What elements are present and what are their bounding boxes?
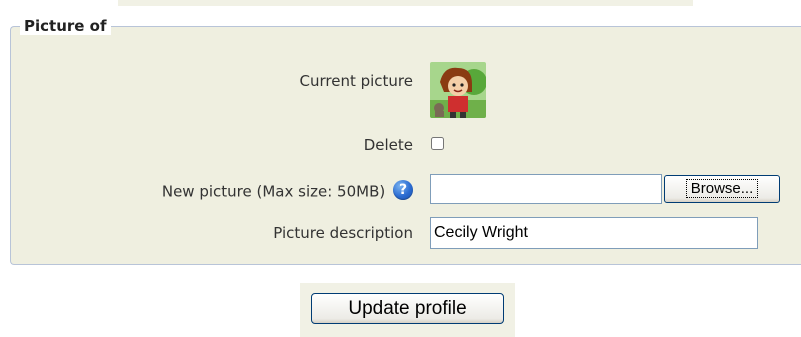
update-button-container: Update profile	[300, 283, 515, 337]
new-picture-label: New picture (Max size: 50MB) ?	[161, 180, 413, 202]
new-picture-label-text: New picture (Max size: 50MB)	[161, 182, 386, 201]
file-path-field[interactable]	[430, 174, 662, 204]
top-strip	[118, 0, 693, 6]
delete-label: Delete	[363, 136, 413, 154]
profile-picture-form: Picture of Current picture Delete New pi…	[0, 0, 801, 337]
fieldset-legend: Picture of	[20, 17, 111, 35]
avatar-image	[430, 62, 486, 118]
picture-description-input[interactable]: Cecily Wright	[430, 217, 758, 249]
browse-button[interactable]: Browse...	[664, 175, 780, 203]
browse-button-label: Browse...	[685, 179, 759, 198]
avatar-picture-icon	[430, 62, 486, 118]
help-icon[interactable]: ?	[393, 180, 413, 200]
update-profile-button[interactable]: Update profile	[311, 293, 504, 324]
current-picture-label: Current picture	[299, 72, 414, 90]
delete-checkbox[interactable]	[431, 137, 444, 150]
picture-description-label: Picture description	[273, 224, 413, 242]
